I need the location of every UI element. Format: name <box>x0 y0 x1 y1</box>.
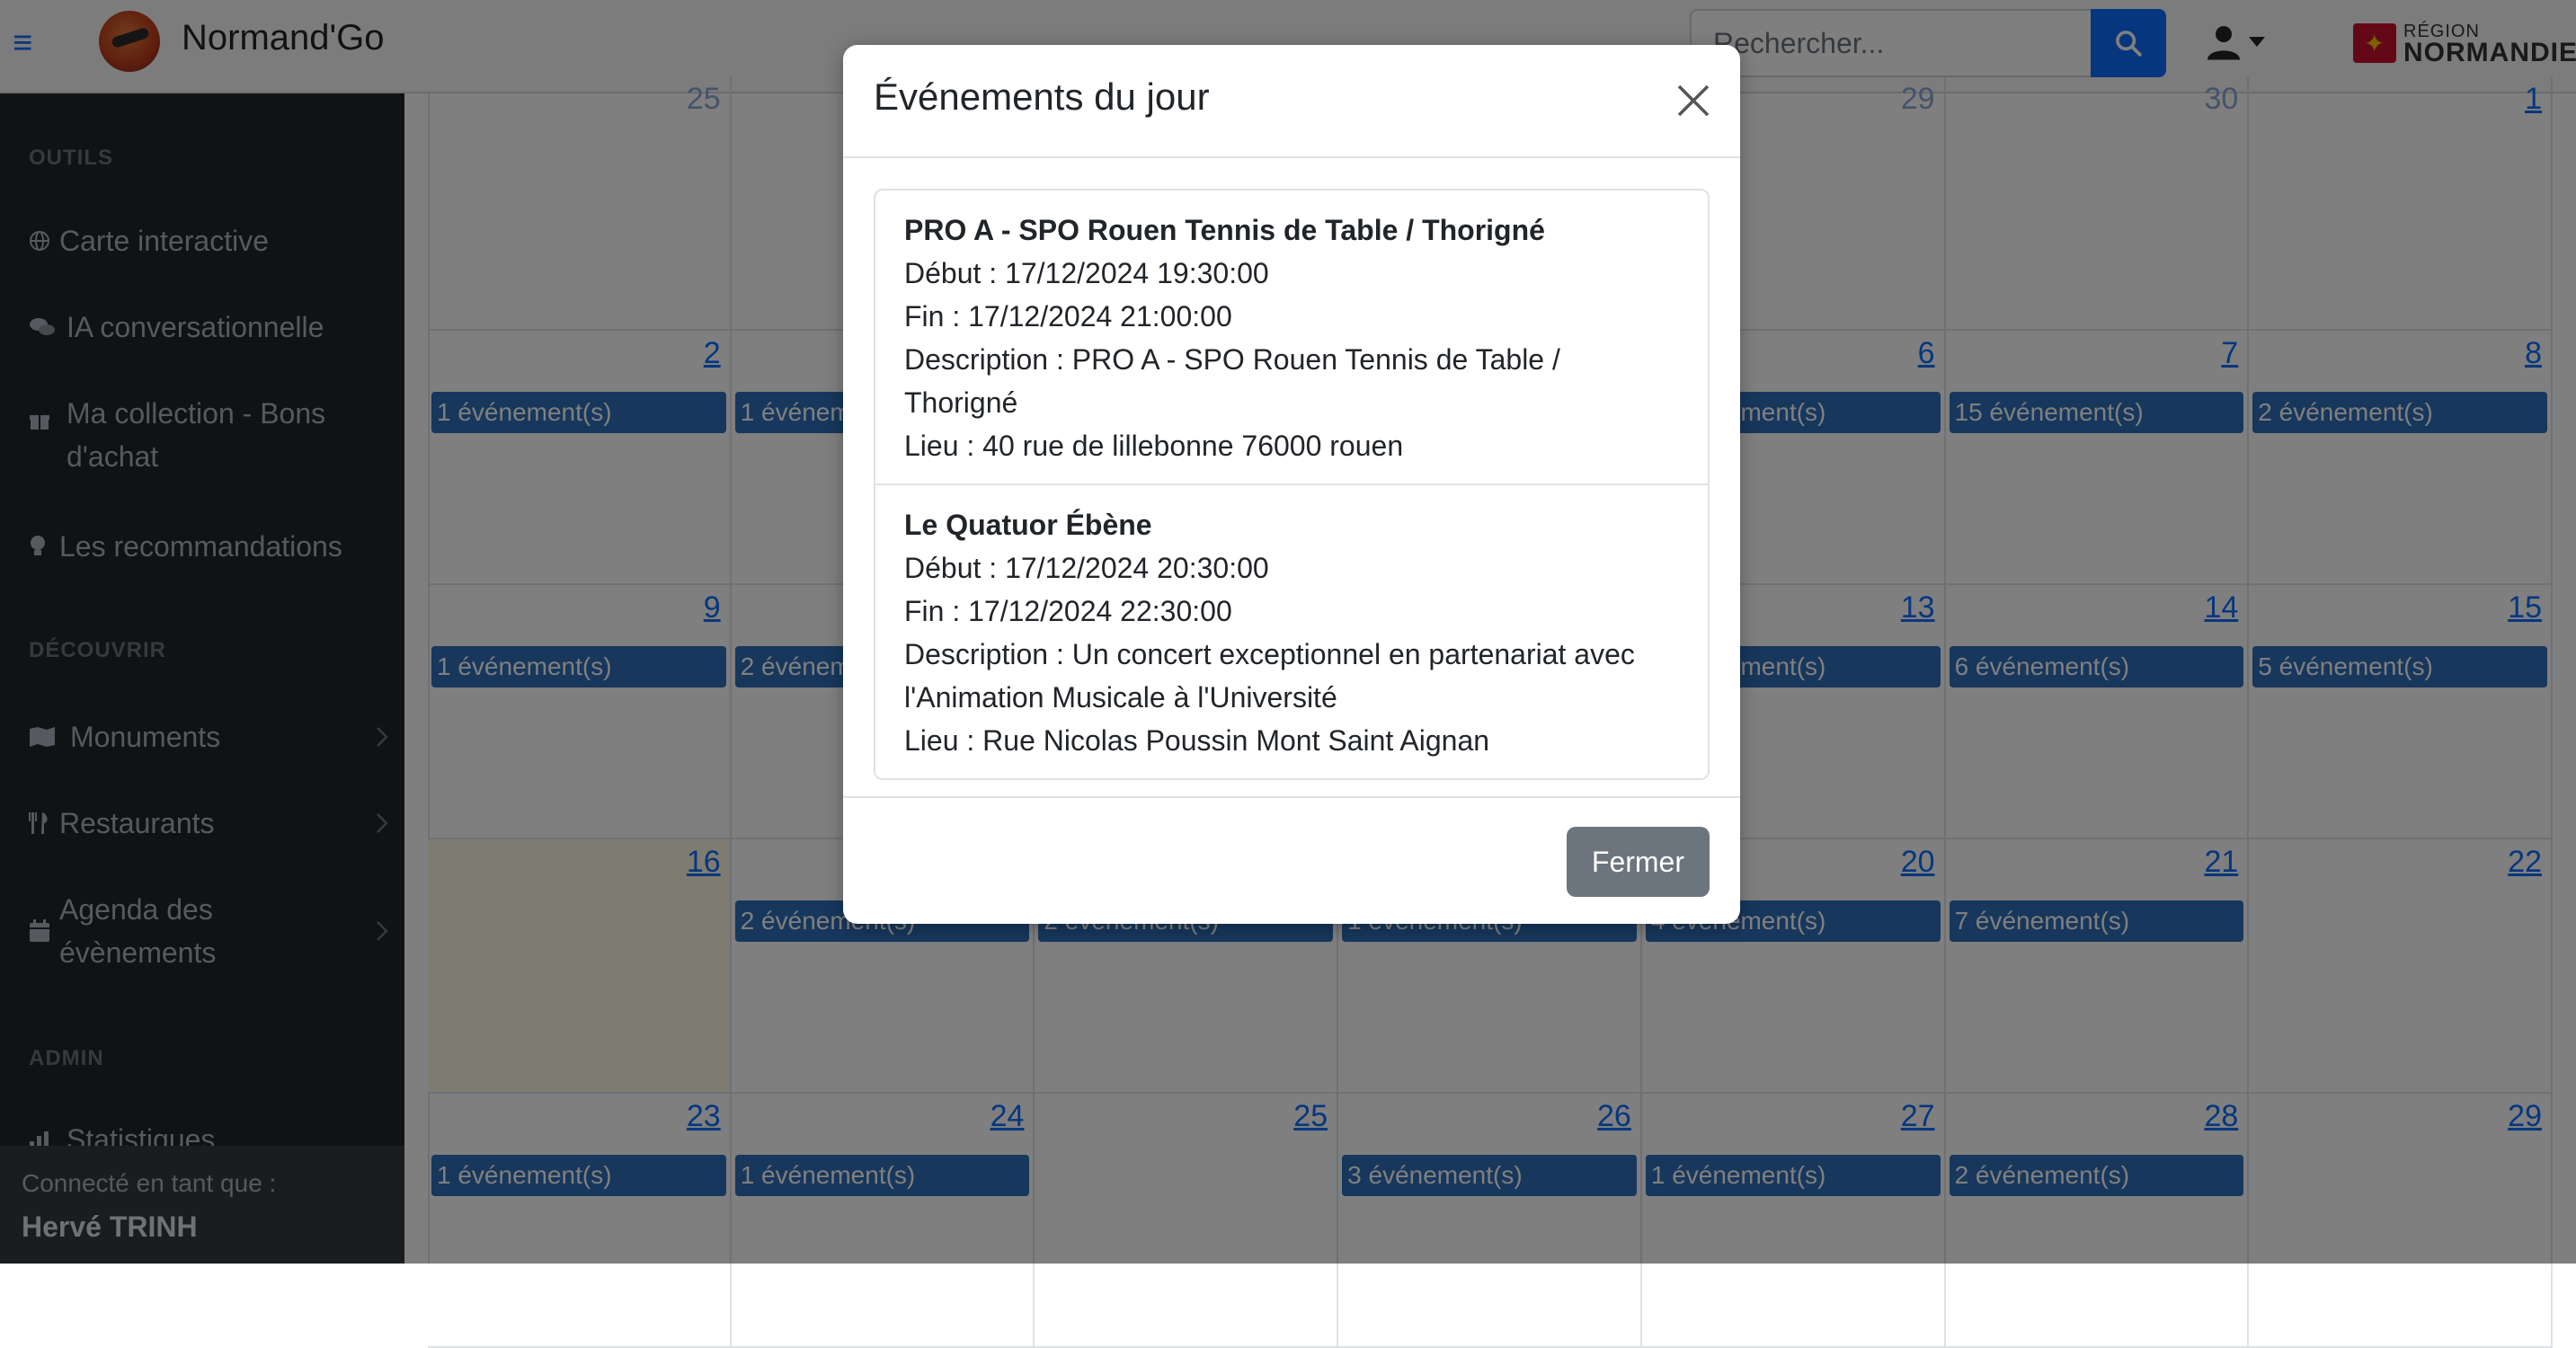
event-end: Fin : 17/12/2024 21:00:00 <box>904 300 1232 333</box>
event-item: PRO A - SPO Rouen Tennis de Table / Thor… <box>875 191 1708 483</box>
modal-title: Événements du jour <box>874 75 1210 118</box>
events-list: PRO A - SPO Rouen Tennis de Table / Thor… <box>874 189 1710 780</box>
modal-footer: Fermer <box>843 796 1740 924</box>
close-icon[interactable] <box>1674 81 1713 120</box>
modal-body: PRO A - SPO Rouen Tennis de Table / Thor… <box>843 158 1740 796</box>
events-of-day-modal: Événements du jour PRO A - SPO Rouen Ten… <box>843 45 1740 924</box>
event-title: Le Quatuor Ébène <box>904 509 1152 541</box>
event-item: Le Quatuor Ébène Début : 17/12/2024 20:3… <box>875 483 1708 778</box>
event-title: PRO A - SPO Rouen Tennis de Table / Thor… <box>904 214 1545 246</box>
event-description: Description : PRO A - SPO Rouen Tennis d… <box>904 343 1560 419</box>
page: ≡ Normand'Go RÉGION NORMANDIE OUTILS <box>0 0 2576 1348</box>
event-location: Lieu : 40 rue de lillebonne 76000 rouen <box>904 430 1404 462</box>
event-start: Début : 17/12/2024 20:30:00 <box>904 552 1269 584</box>
event-end: Fin : 17/12/2024 22:30:00 <box>904 595 1232 627</box>
modal-header: Événements du jour <box>843 45 1740 158</box>
event-start: Début : 17/12/2024 19:30:00 <box>904 257 1269 289</box>
event-description: Description : Un concert exceptionnel en… <box>904 638 1635 714</box>
close-button[interactable]: Fermer <box>1566 827 1710 897</box>
event-location: Lieu : Rue Nicolas Poussin Mont Saint Ai… <box>904 724 1490 757</box>
